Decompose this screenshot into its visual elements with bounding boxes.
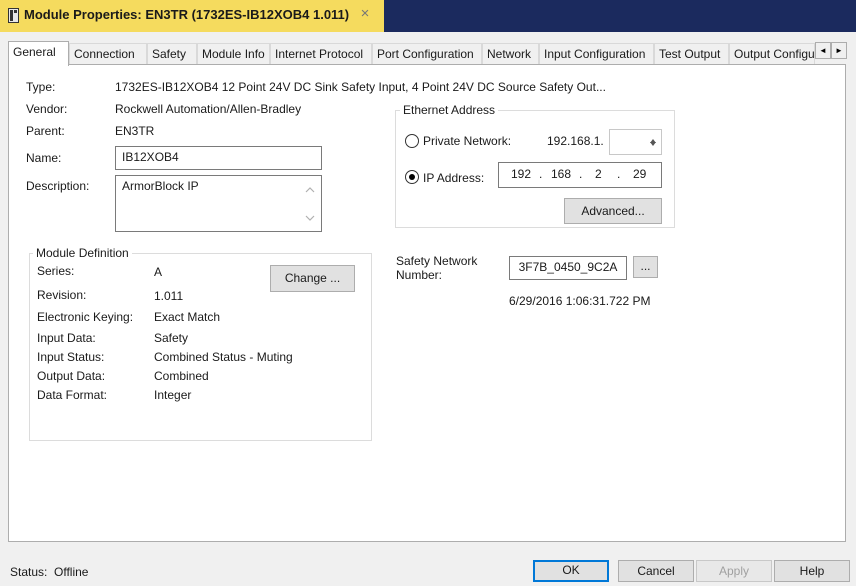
window-title: Module Properties: EN3TR (1732ES-IB12XOB… <box>24 7 350 22</box>
chevron-up-icon[interactable] <box>305 184 315 196</box>
chevron-down-icon[interactable] <box>305 211 315 225</box>
module-definition-title: Module Definition <box>33 246 132 260</box>
tab-module-info[interactable]: Module Info <box>197 43 270 65</box>
tab-input-configuration[interactable]: Input Configuration <box>539 43 654 65</box>
ip-dot-3: . <box>617 167 621 181</box>
tab-scroll-right-icon[interactable]: ► <box>831 42 847 59</box>
safety-network-timestamp: 6/29/2016 1:06:31.722 PM <box>509 294 651 308</box>
input-status-value: Combined Status - Muting <box>154 350 293 364</box>
advanced-button[interactable]: Advanced... <box>564 198 662 224</box>
vendor-value: Rockwell Automation/Allen-Bradley <box>115 102 302 116</box>
ip-address-label: IP Address: <box>423 171 485 185</box>
electronic-keying-value: Exact Match <box>154 310 221 324</box>
safety-network-number-label: Safety Network Number: <box>396 254 478 282</box>
series-label: Series: <box>37 264 75 278</box>
ip-dot-2: . <box>579 167 583 181</box>
electronic-keying-label: Electronic Keying: <box>37 310 134 324</box>
safety-network-browse-button[interactable]: ... <box>633 256 658 278</box>
private-network-prefix: 192.168.1. <box>547 134 604 148</box>
private-network-radio[interactable] <box>405 134 419 148</box>
status-value: Offline <box>54 565 89 579</box>
ip-octet-4[interactable]: 29 <box>633 167 646 181</box>
input-status-label: Input Status: <box>37 350 105 364</box>
parent-label: Parent: <box>26 124 65 138</box>
data-format-label: Data Format: <box>37 388 108 402</box>
type-label: Type: <box>26 80 56 94</box>
ip-address-field[interactable]: 192 . 168 . 2 . 29 <box>498 162 662 188</box>
status-label: Status: <box>10 565 48 579</box>
private-network-label: Private Network: <box>423 134 512 148</box>
description-label: Description: <box>26 179 90 193</box>
tab-test-output[interactable]: Test Output <box>654 43 729 65</box>
input-data-value: Safety <box>154 331 189 345</box>
tab-port-configuration[interactable]: Port Configuration <box>372 43 482 65</box>
description-field[interactable]: ArmorBlock IP <box>115 175 322 232</box>
tab-strip: General Connection Safety Module Info In… <box>8 41 847 66</box>
safety-network-number-field[interactable]: 3F7B_0450_9C2A <box>509 256 627 280</box>
tab-internet-protocol[interactable]: Internet Protocol <box>270 43 372 65</box>
input-data-label: Input Data: <box>37 331 96 345</box>
change-button[interactable]: Change ... <box>270 265 355 292</box>
tab-scroll-left-icon[interactable]: ◄ <box>815 42 831 59</box>
ip-octet-3[interactable]: 2 <box>595 167 602 181</box>
ip-octet-1[interactable]: 192 <box>511 167 531 181</box>
description-text: ArmorBlock IP <box>122 179 199 193</box>
revision-value: 1.011 <box>154 289 184 303</box>
ip-address-radio[interactable] <box>405 170 419 184</box>
ip-octet-2[interactable]: 168 <box>551 167 571 181</box>
cancel-button[interactable]: Cancel <box>618 560 694 582</box>
tab-output-configuration[interactable]: Output Configu <box>729 43 815 65</box>
name-field[interactable]: IB12XOB4 <box>115 146 322 170</box>
name-label: Name: <box>26 151 62 165</box>
apply-button[interactable]: Apply <box>696 560 772 582</box>
tab-connection[interactable]: Connection <box>69 43 147 65</box>
data-format-value: Integer <box>154 388 192 402</box>
series-value: A <box>154 265 163 279</box>
module-icon <box>8 8 19 23</box>
type-value: 1732ES-IB12XOB4 12 Point 24V DC Sink Saf… <box>115 80 606 94</box>
help-button[interactable]: Help <box>774 560 850 582</box>
ethernet-address-title: Ethernet Address <box>400 103 499 117</box>
output-data-value: Combined <box>154 369 209 383</box>
stepper-down-icon[interactable] <box>649 136 657 150</box>
document-tab[interactable]: Module Properties: EN3TR (1732ES-IB12XOB… <box>0 0 384 32</box>
ip-dot-1: . <box>539 167 543 181</box>
tab-network[interactable]: Network <box>482 43 539 65</box>
revision-label: Revision: <box>37 288 87 302</box>
output-data-label: Output Data: <box>37 369 106 383</box>
tab-safety[interactable]: Safety <box>147 43 197 65</box>
title-bar-background <box>384 0 856 32</box>
close-icon[interactable]: × <box>356 5 374 23</box>
vendor-label: Vendor: <box>26 102 68 116</box>
tab-general[interactable]: General <box>8 41 69 66</box>
private-network-stepper[interactable] <box>609 129 662 155</box>
parent-value: EN3TR <box>115 124 155 138</box>
ok-button[interactable]: OK <box>533 560 609 582</box>
